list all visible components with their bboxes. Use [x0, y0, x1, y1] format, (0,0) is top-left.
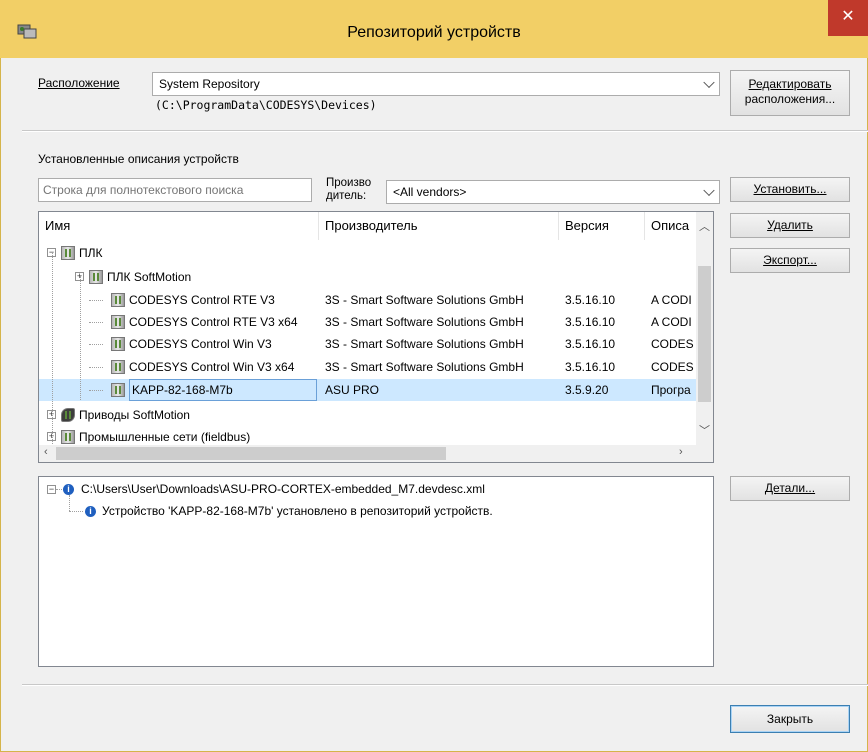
tree-line: [89, 344, 103, 345]
device-name: ПЛК SoftMotion: [107, 270, 192, 284]
vendor-label-1: Произво: [326, 177, 372, 189]
tree-line: [69, 511, 83, 512]
details-label: Детали...: [764, 481, 816, 495]
tree-line: [89, 300, 103, 301]
device-vendor: 3S - Smart Software Solutions GmbH: [325, 337, 524, 351]
location-path: (C:\ProgramData\CODESYS\Devices): [155, 98, 377, 112]
column-header-version[interactable]: Версия: [559, 212, 645, 240]
device-version: 3.5.16.10: [565, 315, 616, 329]
device-icon: [111, 315, 125, 329]
separator: [22, 130, 868, 132]
device-icon: [89, 270, 103, 284]
device-version: 3.5.16.10: [565, 337, 616, 351]
info-icon: i: [63, 484, 74, 495]
device-tree-grid[interactable]: Имя Производитель Версия Описа − ПЛК + ПЛК …: [38, 211, 714, 463]
export-button[interactable]: Экспорт...: [730, 248, 850, 273]
drive-icon: [61, 408, 75, 422]
device-icon: [61, 430, 75, 444]
location-select-value: System Repository: [159, 77, 260, 91]
column-header-vendor[interactable]: Производитель: [319, 212, 559, 240]
device-name: CODESYS Control RTE V3 x64: [129, 315, 298, 329]
column-header-description[interactable]: Описа: [645, 212, 699, 240]
chevron-down-icon: [703, 76, 715, 89]
vendor-select[interactable]: <All vendors>: [386, 180, 720, 204]
scroll-down-icon[interactable]: ﹀: [699, 422, 710, 438]
tree-line: [89, 367, 103, 368]
close-window-button[interactable]: ✕: [828, 0, 868, 36]
device-vendor: 3S - Smart Software Solutions GmbH: [325, 360, 524, 374]
tree-row[interactable]: − ПЛК: [39, 242, 699, 264]
device-version: 3.5.16.10: [565, 360, 616, 374]
export-label: Экспорт...: [763, 253, 817, 267]
device-icon: [61, 246, 75, 260]
scroll-corner: [696, 445, 713, 462]
vendor-select-value: <All vendors>: [393, 185, 467, 199]
tree-line: [89, 390, 103, 391]
vendor-label: Произво дитель:: [326, 177, 371, 203]
horizontal-scrollbar[interactable]: ‹ ›: [39, 445, 696, 462]
scroll-up-icon[interactable]: ︿: [699, 218, 710, 234]
tree-line: [56, 489, 62, 490]
device-desc: A CODI: [651, 293, 692, 307]
tree-row[interactable]: CODESYS Control RTE V3 x64 3S - Smart Sof…: [39, 311, 699, 333]
vendor-label-2: дитель:: [326, 190, 367, 202]
close-button[interactable]: Закрыть: [730, 705, 850, 733]
edit-locations-button[interactable]: Редактировать расположения...: [730, 70, 850, 116]
log-message: Устройство 'KAPP-82-168-M7b' установлено…: [102, 504, 493, 518]
tree-line: [69, 495, 70, 511]
edit-locations-label-1: Редактировать: [748, 77, 832, 91]
device-icon: [111, 337, 125, 351]
search-input[interactable]: [38, 178, 312, 202]
device-name: Приводы SoftMotion: [79, 408, 190, 422]
tree-line: [89, 322, 103, 323]
device-icon: [111, 293, 125, 307]
horizontal-scroll-thumb[interactable]: [56, 447, 446, 460]
device-icon: [111, 360, 125, 374]
device-vendor: 3S - Smart Software Solutions GmbH: [325, 293, 524, 307]
delete-label: Удалить: [767, 218, 813, 232]
vertical-scroll-thumb[interactable]: [698, 266, 711, 402]
separator: [22, 684, 868, 686]
device-name: CODESYS Control Win V3 x64: [129, 360, 295, 374]
device-name: CODESYS Control Win V3: [129, 337, 272, 351]
edit-locations-label-2: расположения...: [744, 92, 836, 106]
device-vendor: ASU PRO: [325, 383, 380, 397]
chevron-down-icon: [703, 184, 715, 197]
device-desc: CODES: [651, 337, 694, 351]
device-version: 3.5.9.20: [565, 383, 609, 397]
install-log-panel[interactable]: − i C:\Users\User\Downloads\ASU-PRO-CORT…: [38, 476, 714, 667]
install-button[interactable]: Установить...: [730, 177, 850, 202]
delete-button[interactable]: Удалить: [730, 213, 850, 238]
tree-row[interactable]: CODESYS Control Win V3 x64 3S - Smart Sof…: [39, 356, 699, 378]
tree-row[interactable]: + ПЛК SoftMotion: [39, 266, 699, 288]
tree-row[interactable]: CODESYS Control RTE V3 3S - Smart Softwar…: [39, 289, 699, 311]
device-name: ПЛК: [79, 246, 103, 260]
log-file-path: C:\Users\User\Downloads\ASU-PRO-CORTEX-e…: [81, 482, 485, 496]
device-desc: CODES: [651, 360, 694, 374]
tree-row[interactable]: + Приводы SoftMotion: [39, 404, 699, 426]
device-vendor: 3S - Smart Software Solutions GmbH: [325, 315, 524, 329]
install-label: Установить...: [753, 182, 827, 196]
window-title: Репозиторий устройств: [347, 24, 521, 41]
device-desc: A CODI: [651, 315, 692, 329]
info-icon: i: [85, 506, 96, 517]
details-button[interactable]: Детали...: [730, 476, 850, 501]
column-header-name[interactable]: Имя: [39, 212, 319, 240]
installed-heading: Установленные описания устройств: [38, 152, 239, 166]
scroll-left-icon[interactable]: ‹: [44, 446, 48, 458]
location-select[interactable]: System Repository: [152, 72, 720, 96]
location-label: Расположение: [38, 76, 120, 90]
tree-row[interactable]: KAPP-82-168-M7b ASU PRO 3.5.9.20 Програ: [39, 379, 699, 401]
tree-line: [80, 276, 81, 400]
device-name: KAPP-82-168-M7b: [129, 379, 317, 401]
device-name: CODESYS Control RTE V3: [129, 293, 275, 307]
log-collapse-toggle[interactable]: −: [47, 485, 56, 494]
tree-line: [52, 252, 53, 462]
scroll-right-icon[interactable]: ›: [679, 446, 683, 458]
device-desc: Програ: [651, 383, 691, 397]
tree-row[interactable]: CODESYS Control Win V3 3S - Smart Softwar…: [39, 333, 699, 355]
vertical-scrollbar[interactable]: ︿ ﹀: [696, 212, 713, 445]
device-version: 3.5.16.10: [565, 293, 616, 307]
device-icon: [111, 383, 125, 397]
